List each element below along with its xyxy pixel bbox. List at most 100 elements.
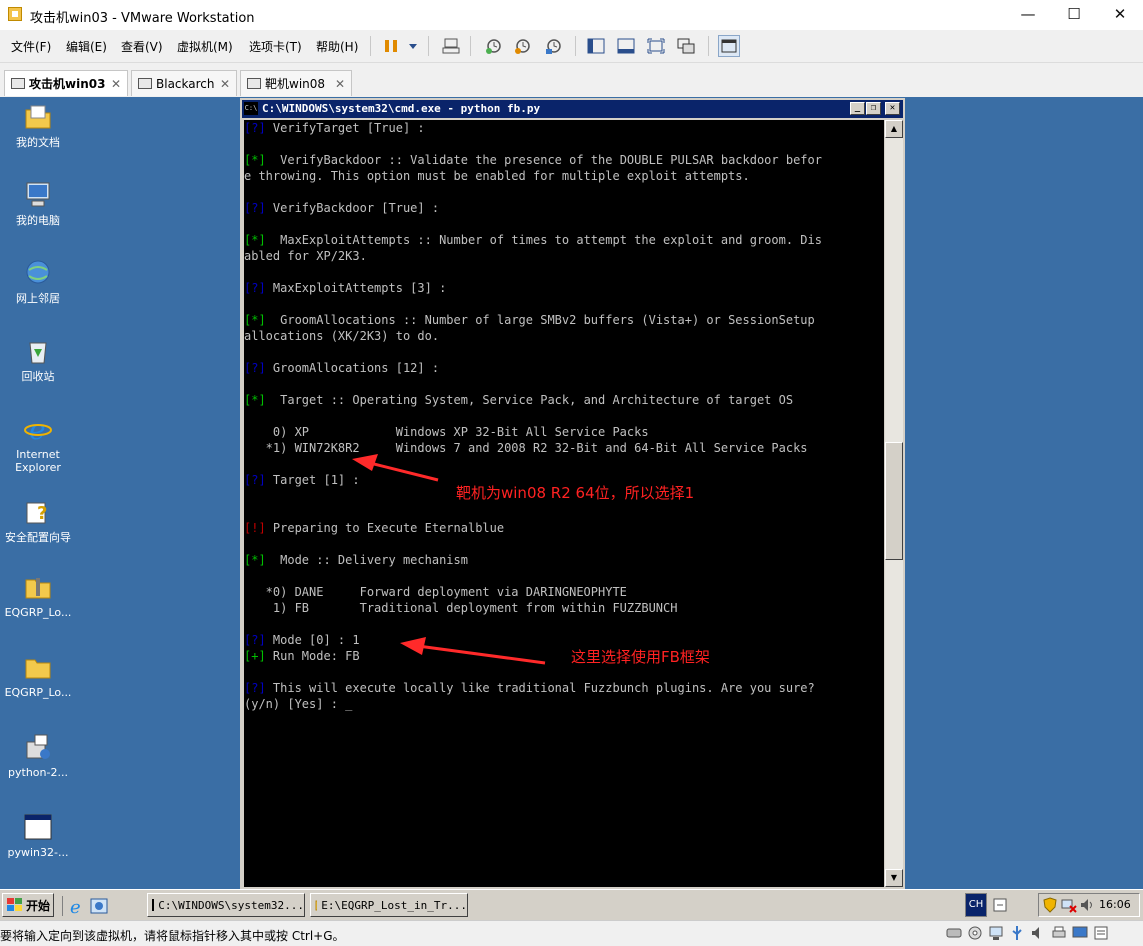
desktop-icon-python-installer[interactable]: python-2... [0,732,76,779]
fullscreen-bar-icon[interactable] [615,35,637,57]
close-icon[interactable]: ✕ [111,77,121,91]
display-icon[interactable] [1072,925,1088,941]
desktop-icon-pywin32[interactable]: pywin32-... [0,812,76,859]
icon-label: 我的电脑 [16,214,60,227]
console-prefix: [!] [244,521,266,535]
cd-drive-icon[interactable] [967,925,983,941]
start-button[interactable]: 开始 [2,893,54,917]
console-line: [!] Preparing to Execute Eternalblue [244,520,884,536]
minimize-button[interactable]: — [1005,0,1051,28]
taskbar-explorer-button[interactable]: E:\EQGRP_Lost_in_Tr... [310,893,468,917]
recycle-bin-icon [23,336,53,366]
language-indicator[interactable]: CH [965,893,987,917]
dropdown-icon[interactable] [402,35,424,57]
clock[interactable]: 16:06 [1099,898,1131,911]
unity-icon[interactable] [675,35,697,57]
snapshot-icon[interactable] [483,35,505,57]
cmd-maximize-button[interactable]: ❐ [866,102,881,115]
console-prefix: [*] [244,553,266,567]
vm-icon [247,78,261,89]
volume-icon[interactable] [1079,897,1095,916]
menu-help[interactable]: 帮助(H) [316,38,358,55]
tab-target-win08[interactable]: 靶机win08 ✕ [240,70,352,96]
window-title: 攻击机win03 - VMware Workstation [30,11,255,26]
console-line: [*] Mode :: Delivery mechanism [244,552,884,568]
console-line: [*] VerifyBackdoor :: Validate the prese… [244,152,884,168]
toolbar-separator [428,36,429,56]
menu-file[interactable]: 文件(F) [11,38,51,55]
close-button[interactable]: ✕ [1097,0,1143,28]
console-line: *0) DANE Forward deployment via DARINGNE… [244,584,884,600]
cmd-scrollbar[interactable]: ▲ ▼ [885,120,903,887]
scroll-thumb[interactable] [885,442,903,560]
message-log-icon[interactable] [1093,925,1109,941]
zip-folder-icon [23,572,53,602]
icon-label: Internet Explorer [15,448,61,474]
console-prefix: [?] [244,281,266,295]
network-status-icon[interactable] [1061,897,1077,916]
network-adapter-icon[interactable] [988,925,1004,941]
svg-text:?: ? [37,503,47,524]
maximize-button[interactable]: ☐ [1051,0,1097,28]
snapshot-manager-icon[interactable] [543,35,565,57]
toolbar-separator [575,36,576,56]
show-library-icon[interactable] [585,35,607,57]
taskbar-separator [62,896,63,916]
desktop-icon-security-wizard[interactable]: ? 安全配置向导 [0,497,76,544]
usb-icon[interactable] [1009,925,1025,941]
menu-edit[interactable]: 编辑(E) [66,38,107,55]
sound-card-icon[interactable] [1030,925,1046,941]
console-text: Preparing to Execute Eternalblue [265,521,505,535]
cmd-title-bar[interactable]: C:\ C:\WINDOWS\system32\cmd.exe - python… [242,100,903,118]
language-settings-icon[interactable] [992,897,1008,916]
console-text: 0) XP Windows XP 32-Bit All Service Pack… [244,425,649,439]
pause-icon[interactable] [380,35,402,57]
desktop-icon-eqgrp-zip[interactable]: EQGRP_Lo... [0,572,76,619]
annotation-target: 靶机为win08 R2 64位，所以选择1 [456,484,695,502]
desktop-icon-eqgrp-folder[interactable]: EQGRP_Lo... [0,652,76,699]
cmd-close-button[interactable]: ✕ [885,102,900,115]
hard-disk-icon[interactable] [946,925,962,941]
menu-view[interactable]: 查看(V) [121,38,163,55]
task-label: E:\EQGRP_Lost_in_Tr... [321,898,467,912]
desktop-icon-recycle-bin[interactable]: 回收站 [0,336,76,383]
menu-tabs[interactable]: 选项卡(T) [249,38,302,55]
desktop-icon-my-documents[interactable]: 我的文档 [0,102,76,149]
console-line: [?] Mode [0] : 1 [244,632,884,648]
console-line: allocations (XK/2K3) to do. [244,328,884,344]
menu-vm[interactable]: 虚拟机(M) [177,38,233,55]
console-view-icon[interactable] [718,35,740,57]
fullscreen-icon[interactable] [645,35,667,57]
console-line: [?] VerifyTarget [True] : [244,120,884,136]
tab-blackarch[interactable]: Blackarch ✕ [131,70,237,96]
console-output[interactable]: [?] VerifyTarget [True] : [*] VerifyBackd… [244,120,884,887]
console-prefix: [?] [244,473,266,487]
send-ctrl-alt-del-icon[interactable] [440,35,462,57]
console-text: 1) FB Traditional deployment from within… [244,601,678,615]
printer-icon[interactable] [1051,925,1067,941]
cmd-minimize-button[interactable]: _ [850,102,865,115]
scroll-down-icon[interactable]: ▼ [885,869,903,887]
close-icon[interactable]: ✕ [335,77,345,91]
quicklaunch-explorer-icon[interactable] [90,897,108,918]
icon-label: EQGRP_Lo... [4,686,72,699]
scroll-up-icon[interactable]: ▲ [885,120,903,138]
console-line: 0) XP Windows XP 32-Bit All Service Pack… [244,424,884,440]
quicklaunch-ie-icon[interactable]: e [68,897,86,918]
desktop-icon-internet-explorer[interactable]: e Internet Explorer [0,413,76,474]
close-icon[interactable]: ✕ [220,77,230,91]
toolbar-separator [470,36,471,56]
console-text: VerifyBackdoor :: Validate the presence … [265,153,822,167]
desktop-icon-my-computer[interactable]: 我的电脑 [0,180,76,227]
revert-snapshot-icon[interactable] [512,35,534,57]
security-shield-icon[interactable] [1043,897,1057,916]
taskbar-cmd-button[interactable]: C:\WINDOWS\system32... [147,893,305,917]
tab-attacker-win03[interactable]: 攻击机win03 ✕ [4,70,128,96]
desktop-icon-network-places[interactable]: 网上邻居 [0,258,76,305]
